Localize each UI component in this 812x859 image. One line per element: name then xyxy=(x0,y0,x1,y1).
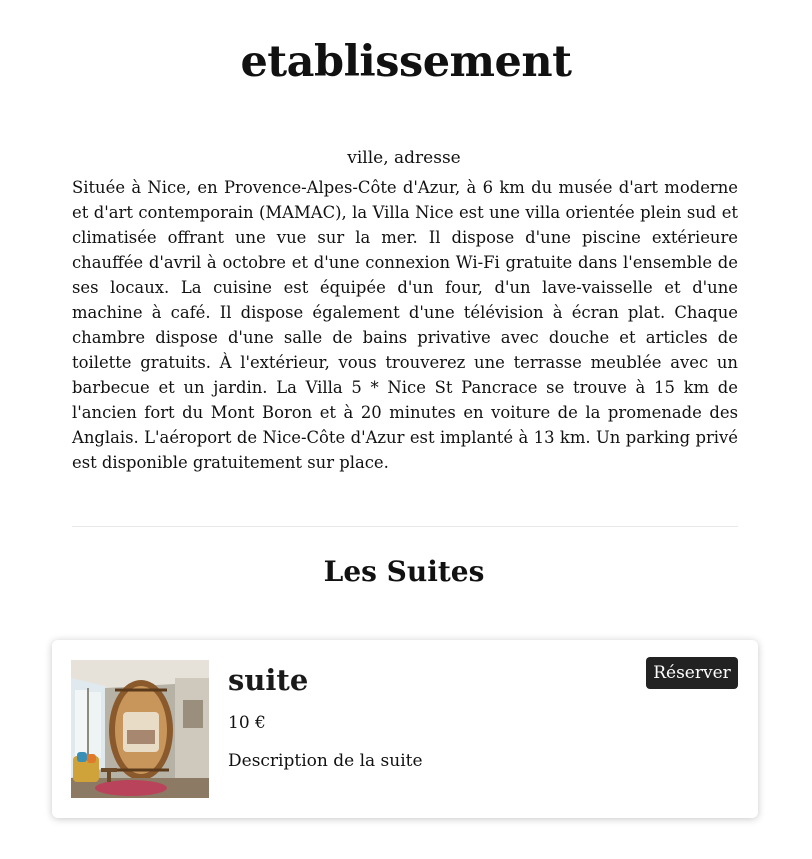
establishment-description: Située à Nice, en Provence-Alpes-Côte d'… xyxy=(72,178,738,472)
suite-photo xyxy=(71,660,209,798)
suite-name: suite xyxy=(228,663,309,697)
suite-card: suite 10 € Description de la suite Réser… xyxy=(52,640,758,818)
suite-description: Description de la suite xyxy=(228,751,423,771)
suite-price: 10 € xyxy=(228,713,266,733)
section-divider xyxy=(72,526,738,527)
establishment-location: ville, adresse xyxy=(347,148,461,168)
reserve-button[interactable]: Réserver xyxy=(646,657,738,689)
page-title: etablissement xyxy=(240,37,572,87)
suites-section-title: Les Suites xyxy=(323,555,485,588)
